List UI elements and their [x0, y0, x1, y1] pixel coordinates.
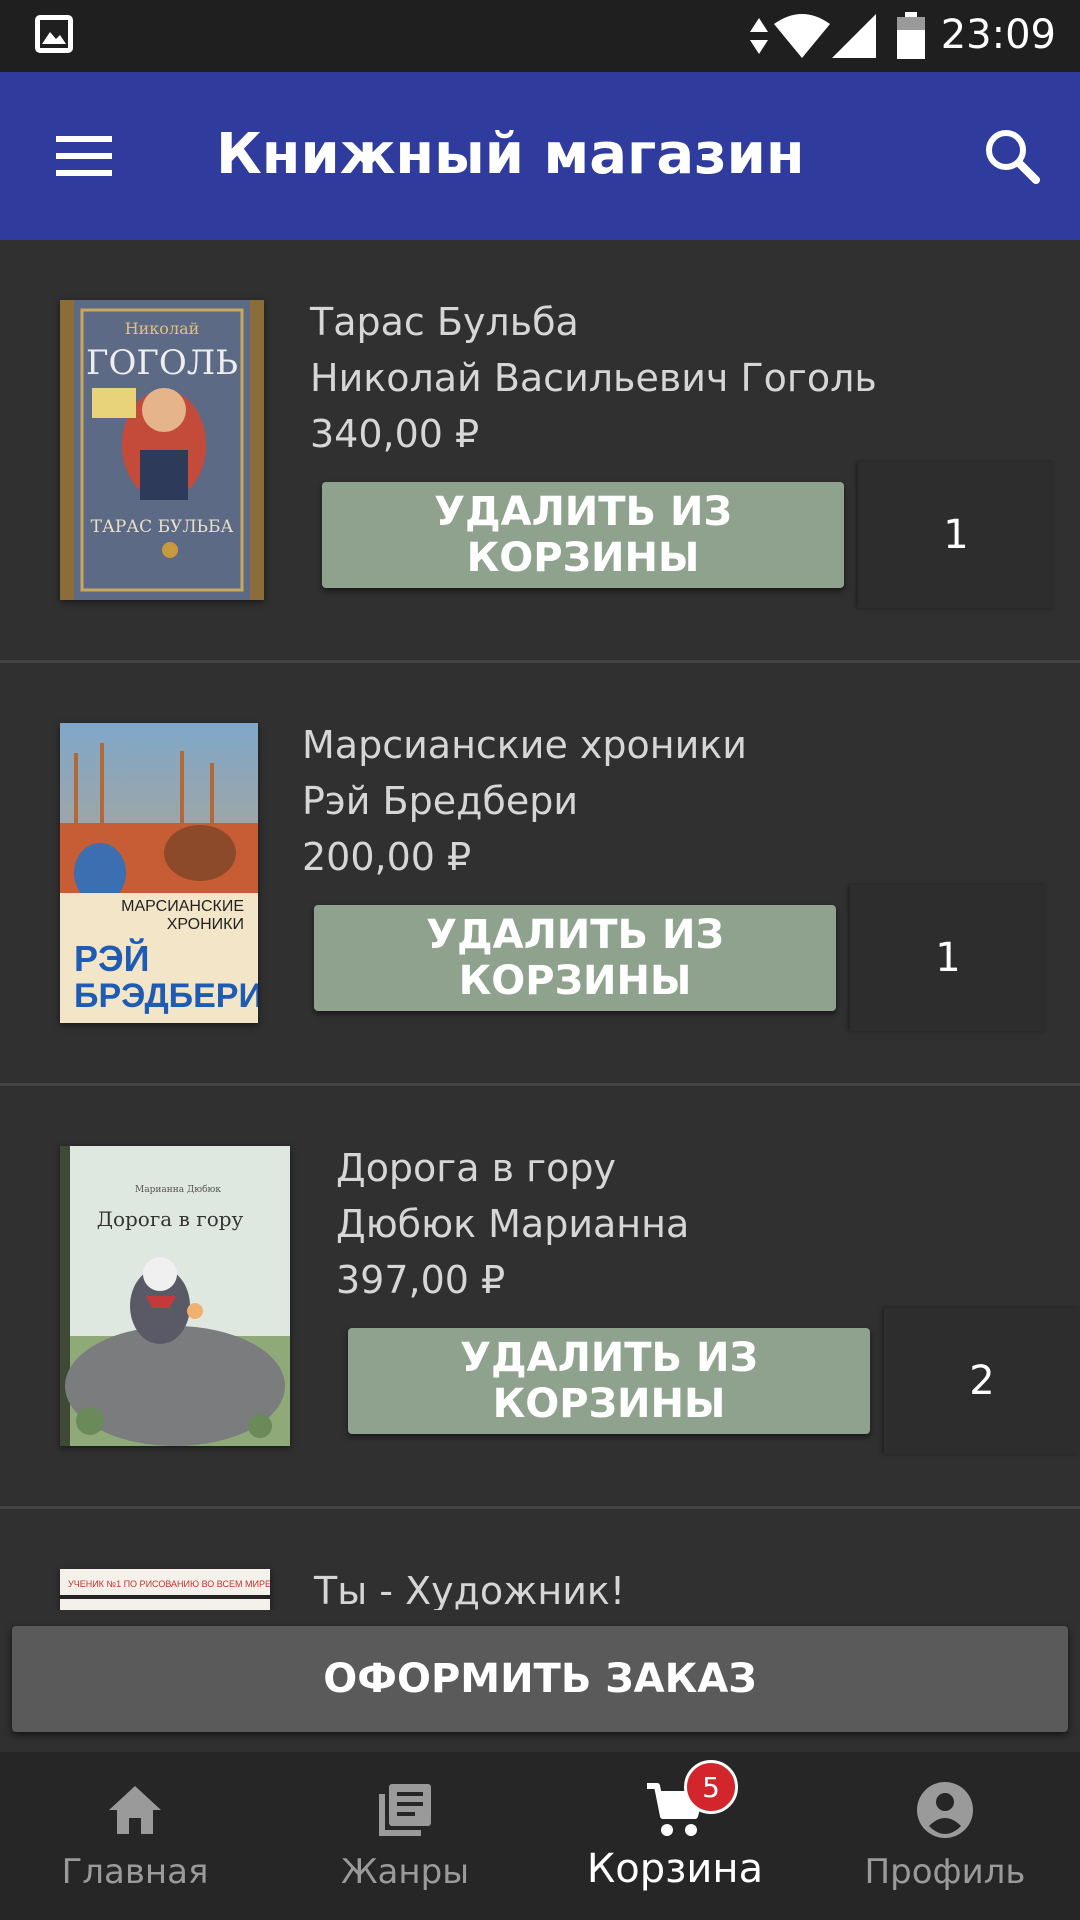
search-icon [986, 130, 1040, 184]
bottom-navigation: Главная Жанры 5 Корзина Профиль [0, 1752, 1080, 1920]
nav-genres[interactable]: Жанры [270, 1752, 540, 1920]
book-info: Дорога в гору Дюбюк Марианна 397,00 ₽ [336, 1140, 689, 1308]
battery-icon [897, 12, 925, 59]
nav-profile[interactable]: Профиль [810, 1752, 1080, 1920]
cart-item: Николай ГОГОЛЬ ТАРАС БУЛЬБА Тарас Бульба… [0, 240, 1080, 663]
app-title: Книжный магазин [216, 122, 805, 187]
book-price: 397,00 ₽ [336, 1258, 506, 1302]
search-button[interactable] [972, 116, 1054, 198]
status-bar: 23:09 [0, 0, 1080, 72]
svg-text:Дорога в гору: Дорога в гору [97, 1207, 244, 1231]
menu-button[interactable] [40, 120, 132, 192]
book-info: Ты - Художник! [314, 1563, 625, 1610]
cart-item: УЧЕНИК №1 ПО РИСОВАНИЮ ВО ВСЕМ МИРЕ Ты -… [0, 1509, 1080, 1610]
book-title: Дорога в гору [336, 1146, 616, 1190]
svg-text:Николай: Николай [125, 319, 200, 338]
svg-text:Марианна Дюбюк: Марианна Дюбюк [135, 1184, 221, 1195]
cart-list[interactable]: Николай ГОГОЛЬ ТАРАС БУЛЬБА Тарас Бульба… [0, 240, 1080, 1610]
book-author: Николай Васильевич Гоголь [310, 356, 877, 400]
book-author: Дюбюк Марианна [336, 1202, 690, 1246]
cart-item: Марианна Дюбюк Дорога в гору Дорога в го… [0, 1086, 1080, 1509]
data-arrows-icon [750, 18, 768, 54]
nav-label: Профиль [864, 1852, 1026, 1892]
book-info: Тарас Бульба Николай Васильевич Гоголь 3… [310, 294, 877, 462]
remove-from-cart-button[interactable]: УДАЛИТЬ ИЗ КОРЗИНЫ [348, 1328, 870, 1434]
svg-text:МАРСИАНСКИЕ: МАРСИАНСКИЕ [121, 898, 244, 915]
book-price: 340,00 ₽ [310, 412, 480, 456]
nav-label: Корзина [586, 1846, 764, 1892]
nav-label: Жанры [340, 1852, 470, 1892]
book-cover-martian-chronicles[interactable]: МАРСИАНСКИЕ ХРОНИКИ РЭЙ БРЭДБЕРИ [60, 723, 258, 1023]
account-circle-icon [917, 1782, 973, 1838]
checkout-button[interactable]: ОФОРМИТЬ ЗАКАЗ [12, 1626, 1068, 1732]
library-books-icon [379, 1784, 431, 1836]
svg-text:ГОГОЛЬ: ГОГОЛЬ [86, 343, 238, 383]
svg-text:РЭЙ: РЭЙ [74, 937, 150, 979]
book-author: Рэй Бредбери [302, 779, 579, 823]
wifi-icon [774, 14, 830, 58]
nav-home[interactable]: Главная [0, 1752, 270, 1920]
quantity-field[interactable]: 1 [850, 885, 1046, 1031]
remove-from-cart-button[interactable]: УДАЛИТЬ ИЗ КОРЗИНЫ [314, 905, 836, 1011]
quantity-field[interactable]: 1 [858, 462, 1054, 608]
book-title: Ты - Художник! [314, 1569, 626, 1610]
svg-text:ХРОНИКИ: ХРОНИКИ [167, 916, 244, 933]
remove-from-cart-button[interactable]: УДАЛИТЬ ИЗ КОРЗИНЫ [322, 482, 844, 588]
book-price: 200,00 ₽ [302, 835, 472, 879]
nav-label: Главная [61, 1852, 209, 1892]
book-title: Тарас Бульба [310, 300, 579, 344]
clock: 23:09 [940, 12, 1056, 58]
svg-text:БРЭДБЕРИ: БРЭДБЕРИ [74, 977, 258, 1015]
home-icon [109, 1786, 161, 1834]
svg-text:УЧЕНИК №1 ПО РИСОВАНИЮ ВО ВСЕМ: УЧЕНИК №1 ПО РИСОВАНИЮ ВО ВСЕМ МИРЕ [68, 1579, 270, 1589]
cart-count-badge: 5 [684, 1760, 738, 1814]
cell-signal-icon [832, 14, 876, 58]
gallery-notification-icon [35, 15, 73, 53]
quantity-field[interactable]: 2 [884, 1308, 1080, 1454]
cart-item: МАРСИАНСКИЕ ХРОНИКИ РЭЙ БРЭДБЕРИ Марсиан… [0, 663, 1080, 1086]
book-info: Марсианские хроники Рэй Бредбери 200,00 … [302, 717, 747, 885]
nav-cart[interactable]: 5 Корзина [540, 1752, 810, 1920]
hamburger-menu-icon [56, 136, 112, 176]
book-cover-taras-bulba[interactable]: Николай ГОГОЛЬ ТАРАС БУЛЬБА [60, 300, 264, 600]
book-cover-road-to-mountain[interactable]: Марианна Дюбюк Дорога в гору [60, 1146, 290, 1446]
svg-text:ТАРАС БУЛЬБА: ТАРАС БУЛЬБА [91, 517, 234, 537]
app-bar: Книжный магазин [0, 72, 1080, 240]
book-cover-you-are-artist[interactable]: УЧЕНИК №1 ПО РИСОВАНИЮ ВО ВСЕМ МИРЕ [60, 1569, 270, 1610]
book-title: Марсианские хроники [302, 723, 747, 767]
